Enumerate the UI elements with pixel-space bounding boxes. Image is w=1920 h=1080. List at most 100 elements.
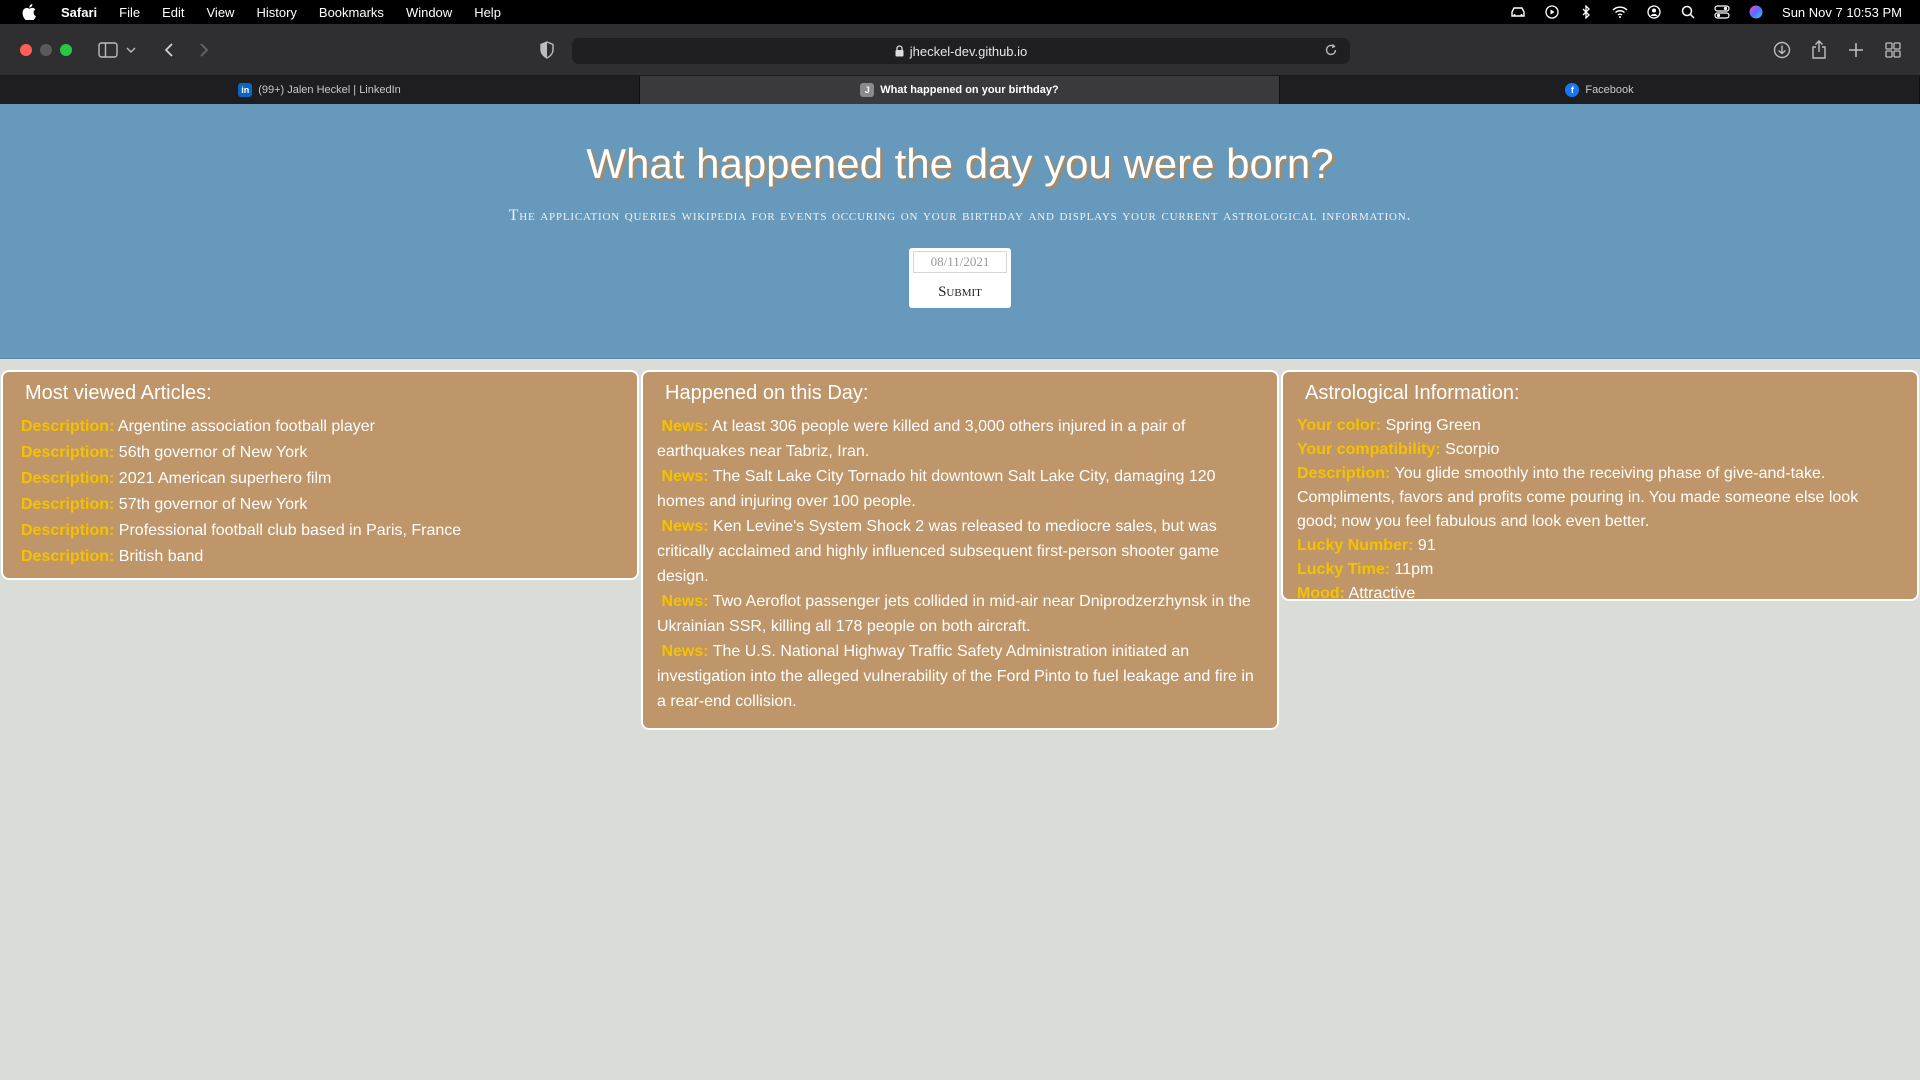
item-value: British band: [118, 548, 204, 565]
list-item: Description: Professional football club …: [21, 518, 621, 544]
color-row: Your color: Spring Green: [1297, 414, 1891, 438]
search-icon[interactable]: [1680, 4, 1696, 20]
tab-linkedin[interactable]: in (99+) Jalen Heckel | LinkedIn: [0, 76, 640, 104]
tab-label: What happened on your birthday?: [880, 84, 1059, 96]
privacy-shield-icon[interactable]: [535, 38, 559, 62]
item-key: Your color:: [1297, 417, 1382, 434]
tab-facebook[interactable]: f Facebook: [1280, 76, 1920, 104]
item-value: 11pm: [1394, 561, 1434, 578]
list-item: Description: 2021 American superhero fil…: [21, 466, 621, 492]
submit-button[interactable]: Submit: [909, 282, 1011, 302]
site-favicon-icon: J: [860, 83, 875, 97]
item-key: News:: [661, 468, 709, 485]
apple-icon[interactable]: [18, 4, 40, 20]
item-value: Spring Green: [1385, 417, 1481, 434]
menu-bookmarks[interactable]: Bookmarks: [308, 5, 395, 20]
item-key: Your compatibility:: [1297, 441, 1441, 458]
close-window-button[interactable]: [20, 44, 32, 56]
item-value: 56th governor of New York: [118, 444, 308, 461]
play-icon[interactable]: [1544, 4, 1560, 20]
menu-file[interactable]: File: [108, 5, 151, 20]
sidebar-toggle-icon[interactable]: [96, 38, 120, 62]
list-item: News: Ken Levine's System Shock 2 was re…: [657, 514, 1259, 589]
menu-edit[interactable]: Edit: [151, 5, 195, 20]
list-item: News: At least 306 people were killed an…: [657, 414, 1259, 464]
page-title: What happened the day you were born?: [586, 140, 1334, 187]
item-value: At least 306 people were killed and 3,00…: [657, 418, 1186, 460]
list-item: News: The U.S. National Highway Traffic …: [657, 639, 1259, 714]
menu-view[interactable]: View: [196, 5, 246, 20]
forward-button-icon[interactable]: [192, 38, 216, 62]
linkedin-icon: in: [238, 83, 253, 97]
item-key: Mood:: [1297, 585, 1345, 602]
menu-app-safari[interactable]: Safari: [50, 5, 108, 20]
item-key: Description:: [21, 470, 115, 487]
list-item: Description: 56th governor of New York: [21, 440, 621, 466]
menu-history[interactable]: History: [245, 5, 307, 20]
tab-birthday[interactable]: J What happened on your birthday?: [640, 76, 1280, 104]
item-key: Lucky Time:: [1297, 561, 1391, 578]
item-value: Scorpio: [1445, 441, 1500, 458]
siri-icon[interactable]: [1748, 4, 1764, 20]
bluetooth-icon[interactable]: [1578, 4, 1594, 20]
menu-help[interactable]: Help: [463, 5, 512, 20]
item-key: Description:: [21, 444, 115, 461]
lucky-time-row: Lucky Time: 11pm: [1297, 558, 1891, 582]
item-key: Description:: [21, 418, 115, 435]
reload-icon[interactable]: [1324, 43, 1340, 59]
user-icon[interactable]: [1646, 4, 1662, 20]
list-item: Description: 57th governor of New York: [21, 492, 621, 518]
facebook-icon: f: [1565, 83, 1580, 97]
mood-row: Mood: Attractive: [1297, 582, 1891, 606]
new-tab-icon[interactable]: [1844, 38, 1868, 62]
control-center-icon[interactable]: [1714, 4, 1730, 20]
wifi-icon[interactable]: [1612, 4, 1628, 20]
menu-bar: Safari File Edit View History Bookmarks …: [0, 0, 1920, 24]
item-value: The Salt Lake City Tornado hit downtown …: [657, 468, 1216, 510]
item-key: News:: [661, 643, 709, 660]
astrological-information-card: Astrological Information: Your color: Sp…: [1281, 370, 1919, 602]
astrology-details: Your color: Spring Green Your compatibil…: [1297, 414, 1891, 606]
item-key: Description:: [21, 548, 115, 565]
item-value: Two Aeroflot passenger jets collided in …: [657, 593, 1251, 635]
happened-on-this-day-card: Happened on this Day: News: At least 306…: [641, 370, 1279, 730]
address-bar[interactable]: jheckel-dev.github.io: [572, 38, 1350, 64]
downloads-icon[interactable]: [1770, 38, 1794, 62]
tab-overview-icon[interactable]: [1881, 38, 1905, 62]
page-subtitle: The application queries wikipedia for ev…: [508, 207, 1412, 224]
lucky-number-row: Lucky Number: 91: [1297, 534, 1891, 558]
card-title: Astrological Information:: [1305, 382, 1520, 404]
item-key: Description:: [1297, 465, 1391, 482]
zoom-window-button[interactable]: [60, 44, 72, 56]
chevron-down-icon[interactable]: [124, 38, 138, 62]
articles-list: Description: Argentine association footb…: [21, 414, 621, 570]
list-item: News: Two Aeroflot passenger jets collid…: [657, 589, 1259, 639]
menu-window[interactable]: Window: [395, 5, 463, 20]
events-list: News: At least 306 people were killed an…: [657, 414, 1259, 714]
item-key: News:: [661, 518, 709, 535]
tab-label: (99+) Jalen Heckel | LinkedIn: [258, 84, 401, 96]
item-value: 57th governor of New York: [118, 496, 308, 513]
birthday-form: 08/11/2021 Submit: [909, 248, 1011, 308]
item-value: Attractive: [1348, 585, 1416, 602]
date-input[interactable]: 08/11/2021: [913, 251, 1007, 273]
list-item: Description: British band: [21, 544, 621, 570]
car-icon[interactable]: [1510, 4, 1526, 20]
browser-toolbar: jheckel-dev.github.io: [0, 24, 1920, 76]
most-viewed-articles-card: Most viewed Articles: Description: Argen…: [1, 370, 639, 580]
back-button-icon[interactable]: [157, 38, 181, 62]
menubar-clock[interactable]: Sun Nov 7 10:53 PM: [1782, 5, 1902, 20]
share-icon[interactable]: [1807, 38, 1831, 62]
card-title: Most viewed Articles:: [25, 382, 212, 404]
lock-icon: [895, 45, 904, 57]
list-item: News: The Salt Lake City Tornado hit dow…: [657, 464, 1259, 514]
item-value: Ken Levine's System Shock 2 was released…: [657, 518, 1220, 585]
minimize-window-button[interactable]: [40, 44, 52, 56]
tab-bar: in (99+) Jalen Heckel | LinkedIn J What …: [0, 76, 1920, 104]
url-text: jheckel-dev.github.io: [909, 43, 1028, 59]
card-title: Happened on this Day:: [665, 382, 869, 404]
list-item: Description: Argentine association footb…: [21, 414, 621, 440]
item-key: Lucky Number:: [1297, 537, 1414, 554]
item-value: Professional football club based in Pari…: [118, 522, 462, 539]
item-key: Description:: [21, 522, 115, 539]
